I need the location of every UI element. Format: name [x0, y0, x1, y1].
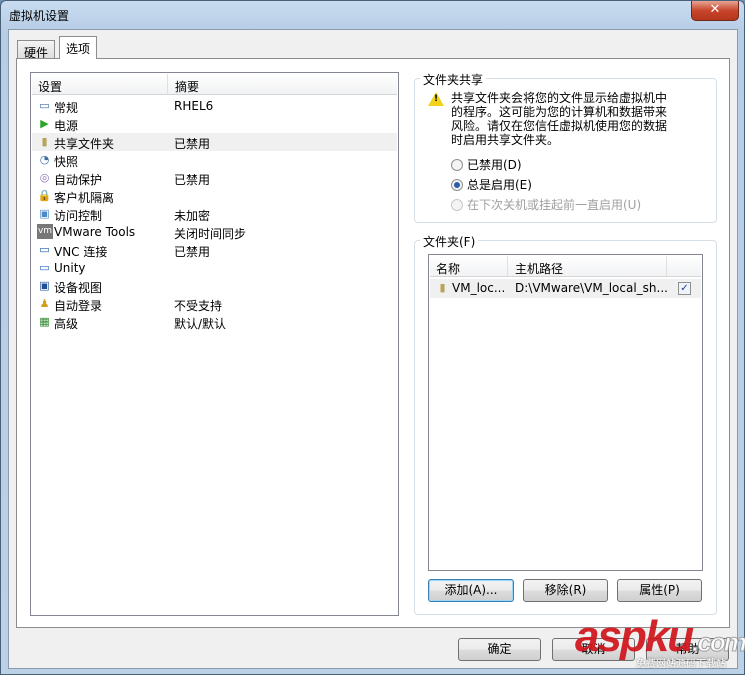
vnc-icon: ▭ — [39, 243, 50, 256]
folder-icon: ▮ — [439, 281, 446, 294]
settings-item-10[interactable]: ▣ 设备视图 — [32, 277, 397, 295]
users-key-icon: ♟ — [39, 297, 50, 310]
settings-item-6[interactable]: ▣ 访问控制 未加密 — [32, 205, 397, 223]
warning-text: 共享文件夹会将您的文件显示给虚拟机中的程序。这可能为您的计算机和数据带来风险。请… — [451, 91, 668, 147]
unity-icon: ▭ — [39, 261, 50, 274]
setting-name: VNC 连接 — [54, 245, 108, 259]
warning-exclaim: ! — [434, 94, 439, 104]
advanced-icon: ▦ — [39, 315, 50, 328]
close-button[interactable]: ✕ — [691, 1, 739, 21]
snapshot-icon: ◔ — [39, 153, 50, 166]
setting-summary: 已禁用 — [174, 137, 211, 151]
settings-item-4[interactable]: ◎ 自动保护 已禁用 — [32, 169, 397, 187]
watermark-tagline: 免费网站源码下载站 — [636, 659, 726, 670]
lock-icon: 🔒 — [37, 189, 52, 202]
setting-name: 自动保护 — [54, 173, 103, 187]
setting-summary: 未加密 — [174, 209, 211, 223]
settings-item-8[interactable]: ▭ VNC 连接 已禁用 — [32, 241, 397, 259]
setting-name: 共享文件夹 — [54, 137, 115, 151]
settings-item-9[interactable]: ▭ Unity — [32, 259, 397, 277]
radio-circle[interactable] — [451, 179, 463, 191]
setting-summary: 不受支持 — [174, 299, 223, 313]
setting-name: 常规 — [54, 101, 79, 115]
settings-item-5[interactable]: 🔒 客户机隔离 — [32, 187, 397, 205]
folder-sharing-group: 文件夹共享 ! 共享文件夹会将您的文件显示给虚拟机中的程序。这可能为您的计算机和… — [414, 71, 717, 223]
col-name[interactable]: 名称 — [436, 260, 460, 277]
tab-options[interactable]: 选项 — [59, 36, 98, 59]
remove-button[interactable]: 移除(R) — [523, 579, 608, 602]
enabled-checkbox[interactable]: ✓ — [678, 282, 691, 295]
radio-disabled[interactable]: 已禁用(D) — [451, 156, 522, 173]
settings-list-header: 设置 摘要 — [32, 74, 397, 95]
monitor-icon: ▭ — [39, 99, 50, 112]
setting-name: 客户机隔离 — [54, 191, 115, 205]
settings-item-7[interactable]: vm VMware Tools 关闭时间同步 — [32, 223, 397, 241]
folder-row[interactable]: ▮ VM_loc... D:\VMware\VM_local_sh... ✓ — [430, 279, 701, 298]
settings-item-11[interactable]: ♟ 自动登录 不受支持 — [32, 295, 397, 313]
settings-item-3[interactable]: ◔ 快照 — [32, 151, 397, 169]
setting-name: 设备视图 — [54, 281, 103, 295]
tab-hardware[interactable]: 硬件 — [17, 40, 56, 60]
add-button[interactable]: 添加(A)... — [428, 579, 514, 602]
properties-button[interactable]: 属性(P) — [617, 579, 702, 602]
ok-button[interactable]: 确定 — [458, 638, 541, 661]
folders-label: 文件夹(F) — [420, 233, 479, 250]
window-title: 虚拟机设置 — [9, 9, 70, 23]
folders-list[interactable]: 名称 主机路径 ▮ VM_loc... D:\VMware\VM_local_s… — [428, 254, 703, 571]
settings-item-12[interactable]: ▦ 高级 默认/默认 — [32, 313, 397, 331]
setting-summary: 已禁用 — [174, 173, 211, 187]
setting-name: 自动登录 — [54, 299, 103, 313]
setting-summary: 关闭时间同步 — [174, 227, 247, 241]
setting-name: 快照 — [54, 155, 79, 169]
radio-circle — [451, 199, 463, 211]
settings-item-2[interactable]: ▮ 共享文件夹 已禁用 — [32, 133, 397, 151]
settings-list[interactable]: 设置 摘要 ▭ 常规 RHEL6 ▶ 电源 ▮ 共享文件夹 已禁用 ◔ 快照 ◎ 自动保护 已禁用 🔒 客户… — [30, 72, 399, 616]
setting-name: 高级 — [54, 317, 79, 331]
col-summary[interactable]: 摘要 — [167, 74, 199, 94]
autoprotect-icon: ◎ — [39, 171, 50, 184]
radio-circle[interactable] — [451, 159, 463, 171]
folders-list-header: 名称 主机路径 — [430, 256, 701, 277]
col-host-path[interactable]: 主机路径 — [507, 256, 563, 276]
radio-always-enabled[interactable]: 总是启用(E) — [451, 176, 532, 193]
setting-summary: 默认/默认 — [174, 317, 227, 331]
setting-name: Unity — [54, 261, 86, 275]
radio-until-poweroff: 在下次关机或挂起前一直启用(U) — [451, 196, 641, 213]
vm-icon: vm — [37, 224, 53, 239]
settings-item-0[interactable]: ▭ 常规 RHEL6 — [32, 97, 397, 115]
setting-name: VMware Tools — [54, 225, 136, 239]
folder-icon: ▮ — [41, 135, 48, 148]
play-icon: ▶ — [40, 117, 49, 130]
folder-sharing-label: 文件夹共享 — [420, 71, 487, 88]
access-control-icon: ▣ — [39, 207, 50, 220]
setting-summary: 已禁用 — [174, 245, 211, 259]
col-setting[interactable]: 设置 — [38, 78, 62, 95]
setting-name: 访问控制 — [54, 209, 103, 223]
setting-summary: RHEL6 — [174, 99, 214, 113]
device-view-icon: ▣ — [39, 279, 50, 292]
settings-item-1[interactable]: ▶ 电源 — [32, 115, 397, 133]
setting-name: 电源 — [54, 119, 79, 133]
